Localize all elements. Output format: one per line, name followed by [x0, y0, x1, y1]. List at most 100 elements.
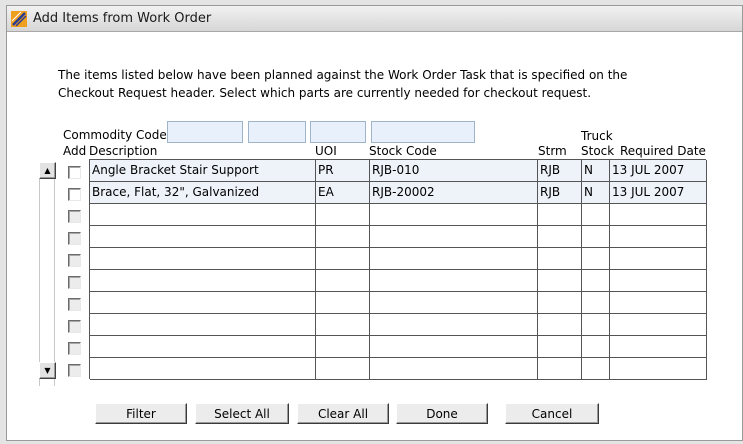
- add-checkbox[interactable]: [68, 342, 81, 355]
- table-row[interactable]: Brace, Flat, 32", Galvanized EA RJB-20002 R…: [90, 182, 707, 204]
- cell-uoi: [316, 292, 370, 314]
- cell-required-date: 13 JUL 2007: [610, 182, 707, 204]
- cell-strm: [538, 358, 582, 380]
- cell-description: [90, 248, 316, 270]
- app-logo-icon: [11, 11, 27, 27]
- select-all-button[interactable]: Select All: [195, 403, 289, 424]
- cell-uoi: [316, 248, 370, 270]
- cell-truck-stock: [582, 226, 610, 248]
- cell-stock-code: [370, 204, 538, 226]
- cell-strm: RJB: [538, 182, 582, 204]
- table-row[interactable]: [90, 204, 707, 226]
- cell-uoi: [316, 358, 370, 380]
- commodity-code-segment-2[interactable]: [248, 121, 306, 143]
- window-title: Add Items from Work Order: [33, 11, 212, 26]
- cell-strm: [538, 226, 582, 248]
- add-checkbox[interactable]: [68, 232, 81, 245]
- cell-uoi: [316, 226, 370, 248]
- add-checkbox[interactable]: [68, 298, 81, 311]
- cell-strm: [538, 336, 582, 358]
- cell-stock-code: [370, 336, 538, 358]
- cell-uoi: [316, 204, 370, 226]
- scroll-down-arrow-icon[interactable]: ▼: [39, 362, 56, 379]
- filter-button[interactable]: Filter: [95, 403, 187, 424]
- items-table: Angle Bracket Stair Support PR RJB-010 RJB N…: [89, 159, 707, 380]
- cell-stock-code: RJB-010: [370, 160, 538, 182]
- table-row[interactable]: [90, 336, 707, 358]
- cell-uoi: [316, 336, 370, 358]
- column-header-strm: Strm: [538, 144, 567, 158]
- cell-truck-stock: [582, 292, 610, 314]
- add-checkbox[interactable]: [68, 166, 81, 179]
- scroll-up-arrow-icon[interactable]: ▲: [39, 162, 56, 179]
- cell-description: [90, 314, 316, 336]
- table-row[interactable]: [90, 314, 707, 336]
- cell-stock-code: RJB-20002: [370, 182, 538, 204]
- cell-strm: [538, 248, 582, 270]
- cell-truck-stock: [582, 358, 610, 380]
- cell-uoi: EA: [316, 182, 370, 204]
- column-header-uoi: UOI: [315, 144, 337, 158]
- add-checkbox[interactable]: [68, 210, 81, 223]
- cell-strm: RJB: [538, 160, 582, 182]
- cell-strm: [538, 292, 582, 314]
- column-header-stock: Stock: [581, 144, 615, 158]
- cell-required-date: [610, 270, 707, 292]
- cell-strm: [538, 270, 582, 292]
- cancel-button[interactable]: Cancel: [505, 403, 599, 424]
- cell-description: [90, 204, 316, 226]
- vertical-scrollbar[interactable]: [39, 170, 55, 386]
- add-items-window: Add Items from Work Order The items list…: [6, 5, 743, 441]
- instructions-line-2: Checkout Request header. Select which pa…: [58, 86, 592, 100]
- cell-required-date: [610, 248, 707, 270]
- cell-stock-code: [370, 314, 538, 336]
- cell-strm: [538, 314, 582, 336]
- cell-stock-code: [370, 248, 538, 270]
- add-checkbox[interactable]: [68, 320, 81, 333]
- instructions-text: The items listed below have been planned…: [58, 66, 658, 102]
- cell-required-date: [610, 204, 707, 226]
- commodity-code-segment-1[interactable]: [167, 121, 243, 143]
- table-row[interactable]: [90, 248, 707, 270]
- cell-required-date: [610, 314, 707, 336]
- column-header-required-date: Required Date: [620, 144, 706, 158]
- clear-all-button[interactable]: Clear All: [297, 403, 389, 424]
- instructions-line-1: The items listed below have been planned…: [58, 68, 628, 82]
- table-row[interactable]: Angle Bracket Stair Support PR RJB-010 RJB N…: [90, 160, 707, 182]
- cell-truck-stock: N: [582, 160, 610, 182]
- table-row[interactable]: [90, 292, 707, 314]
- cell-uoi: [316, 314, 370, 336]
- title-bar: Add Items from Work Order: [7, 6, 742, 32]
- cell-required-date: [610, 358, 707, 380]
- column-header-description: Description: [89, 144, 158, 158]
- cell-truck-stock: [582, 336, 610, 358]
- add-checkbox[interactable]: [68, 276, 81, 289]
- cell-truck-stock: N: [582, 182, 610, 204]
- commodity-code-segment-3[interactable]: [310, 121, 366, 143]
- table-row[interactable]: [90, 358, 707, 380]
- cell-description: [90, 358, 316, 380]
- cell-stock-code: [370, 226, 538, 248]
- cell-required-date: [610, 336, 707, 358]
- add-checkbox[interactable]: [68, 254, 81, 267]
- table-row[interactable]: [90, 270, 707, 292]
- done-button[interactable]: Done: [396, 403, 488, 424]
- add-checkbox[interactable]: [68, 364, 81, 377]
- column-header-truck: Truck: [581, 129, 613, 143]
- cell-truck-stock: [582, 248, 610, 270]
- add-checkbox[interactable]: [68, 188, 81, 201]
- cell-description: [90, 336, 316, 358]
- cell-description: [90, 226, 316, 248]
- cell-truck-stock: [582, 314, 610, 336]
- cell-stock-code: [370, 270, 538, 292]
- cell-description: Brace, Flat, 32", Galvanized: [90, 182, 316, 204]
- table-row[interactable]: [90, 226, 707, 248]
- cell-uoi: PR: [316, 160, 370, 182]
- cell-uoi: [316, 270, 370, 292]
- cell-description: Angle Bracket Stair Support: [90, 160, 316, 182]
- cell-truck-stock: [582, 204, 610, 226]
- cell-description: [90, 292, 316, 314]
- commodity-code-segment-4[interactable]: [371, 121, 475, 143]
- cell-strm: [538, 204, 582, 226]
- column-header-stock-code: Stock Code: [369, 144, 437, 158]
